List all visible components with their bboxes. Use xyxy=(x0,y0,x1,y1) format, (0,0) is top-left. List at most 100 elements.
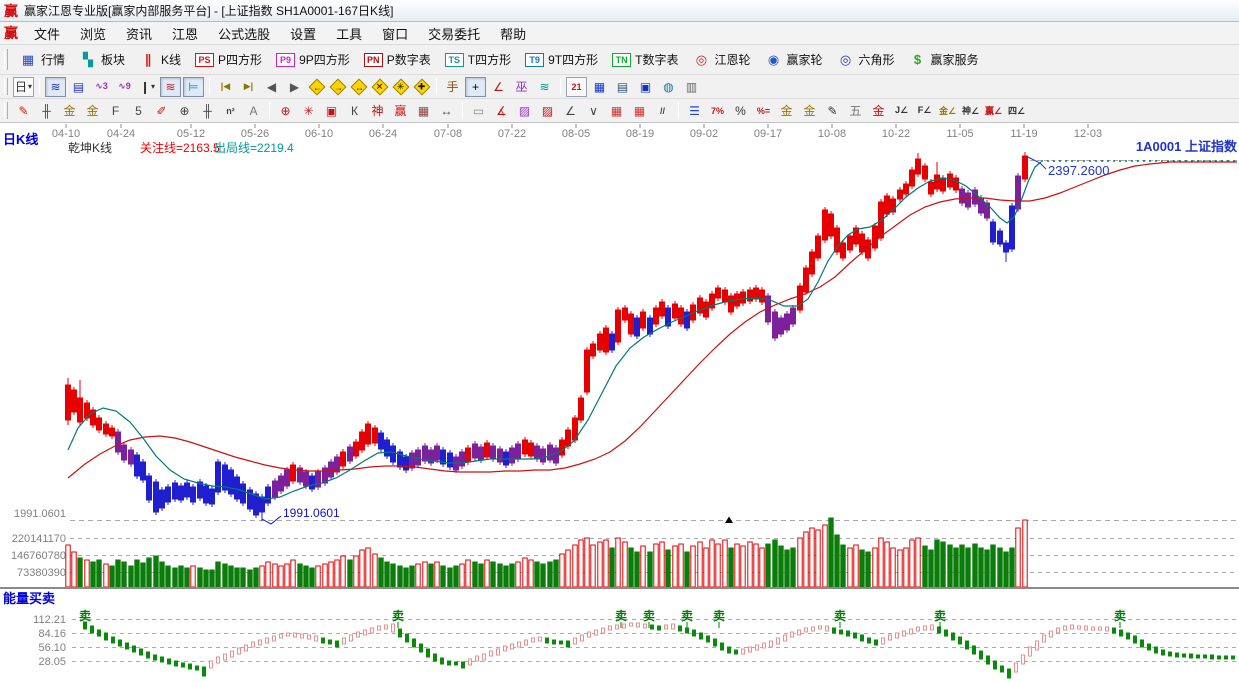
hexagon-button[interactable]: ◎六角形 xyxy=(830,49,902,70)
percent-tool[interactable]: % xyxy=(730,101,751,121)
toolbar-button-label: P数字表 xyxy=(387,51,431,68)
scribble-teal-button[interactable]: ≋ xyxy=(534,77,555,97)
f-hatch-tool[interactable]: F xyxy=(105,101,126,121)
expand-both-button[interactable]: ↔ xyxy=(350,78,367,95)
win-angle-tool[interactable]: 赢∠ xyxy=(983,101,1004,121)
save-button[interactable]: ▣ xyxy=(635,77,656,97)
prev-button[interactable]: ◀ xyxy=(261,77,282,97)
price-bars-tool[interactable]: ☰ xyxy=(684,101,705,121)
red-target-icon: ⊕ xyxy=(280,104,290,118)
pan-hand-button[interactable]: 手 xyxy=(442,77,463,97)
reset-zoom-button[interactable]: ✳ xyxy=(392,78,409,95)
expand-x-button[interactable]: → xyxy=(329,78,346,95)
percent-line-tool[interactable]: 7% xyxy=(707,101,728,121)
gann-map-button[interactable]: 巫 xyxy=(511,77,532,97)
angle-ruler-tool[interactable]: A xyxy=(243,101,264,121)
gold-hatch-tool-1[interactable]: 金 xyxy=(59,101,80,121)
four-angle-tool[interactable]: 四∠ xyxy=(1006,101,1027,121)
gold-hatch-tool-2[interactable]: 金 xyxy=(82,101,103,121)
wave3-button[interactable]: ∿3 xyxy=(91,77,112,97)
f-angle-tool[interactable]: F∠ xyxy=(914,101,935,121)
9p-square-button[interactable]: P99P四方形 xyxy=(269,49,357,70)
notes-button[interactable]: ▤ xyxy=(612,77,633,97)
cup-tool[interactable]: 五 xyxy=(845,101,866,121)
p-square-button[interactable]: PSP四方形 xyxy=(188,49,269,70)
marker-pen-tool[interactable]: ✐ xyxy=(151,101,172,121)
main-chart[interactable]: 04-1004-2405-1205-2606-1006-2407-0807-22… xyxy=(0,123,1239,682)
winner-wheel-button[interactable]: ◉赢家轮 xyxy=(757,49,829,70)
menu-4[interactable]: 江恩 xyxy=(162,22,208,45)
calendar-button[interactable]: 21 xyxy=(566,77,587,97)
box-tool[interactable]: ▭ xyxy=(468,101,489,121)
menu-10[interactable]: 帮助 xyxy=(490,22,536,45)
starburst-tool[interactable]: ✳ xyxy=(298,101,319,121)
measure-tool[interactable]: ↔ xyxy=(436,101,457,121)
calculator-button[interactable]: ▦ xyxy=(589,77,610,97)
s-hatch-tool[interactable]: 5 xyxy=(128,101,149,121)
menu-8[interactable]: 窗口 xyxy=(372,22,418,45)
winner-service-button[interactable]: $赢家服务 xyxy=(902,49,986,70)
k-marker-tool[interactable]: К xyxy=(344,101,365,121)
gann-scribble-red-button[interactable]: ≋ xyxy=(160,77,181,97)
workstation-button[interactable]: ▥ xyxy=(681,77,702,97)
compress-button[interactable]: ✕ xyxy=(371,78,388,95)
last-page-button[interactable]: ▶| xyxy=(238,77,259,97)
shrink-x-button[interactable]: ← xyxy=(308,78,325,95)
red-target-tool[interactable]: ⊕ xyxy=(275,101,296,121)
t-square-button[interactable]: TST四方形 xyxy=(438,49,518,70)
quotes-button[interactable]: ▦行情 xyxy=(12,49,72,70)
win-grid-tool[interactable]: 赢 xyxy=(390,101,411,121)
candle-style-button[interactable]: ❙▾ xyxy=(137,77,158,97)
draw-pen-tool[interactable]: ✎ xyxy=(13,101,34,121)
menu-1[interactable]: 文件 xyxy=(24,22,70,45)
9t-square-button[interactable]: T99T四方形 xyxy=(518,49,605,70)
numbered-grid-tool[interactable]: ▦ xyxy=(413,101,434,121)
gann-fan-tool[interactable]: ∡ xyxy=(491,101,512,121)
p-digit-button[interactable]: PNP数字表 xyxy=(357,49,438,70)
hatch-grid-tool[interactable]: ╫ xyxy=(36,101,57,121)
parallel-lines-tool[interactable]: // xyxy=(652,101,673,121)
shen-angle-tool[interactable]: 神∠ xyxy=(960,101,981,121)
first-page-button[interactable]: |◀ xyxy=(215,77,236,97)
j-angle-tool[interactable]: J∠ xyxy=(891,101,912,121)
gold-circle-tool[interactable]: 金 xyxy=(776,101,797,121)
fan-box-red-icon: ▨ xyxy=(542,104,553,118)
angle-pen-tool[interactable]: ∠ xyxy=(560,101,581,121)
fan-box-red-tool[interactable]: ▨ xyxy=(537,101,558,121)
menu-5[interactable]: 公式选股 xyxy=(208,22,280,45)
angle-compass-button[interactable]: ∠ xyxy=(488,77,509,97)
t-digit-button[interactable]: TNT数字表 xyxy=(605,49,685,70)
grid-target-tool[interactable]: ▣ xyxy=(321,101,342,121)
volume-profile-button[interactable]: ⊨ xyxy=(183,77,204,97)
gold-angle-tool[interactable]: 金∠ xyxy=(937,101,958,121)
zigzag-tool[interactable]: ∨ xyxy=(583,101,604,121)
crosshair-button[interactable]: + xyxy=(465,77,486,97)
hatch-grid-tool-2[interactable]: ╫ xyxy=(197,101,218,121)
n-square-tool[interactable]: n² xyxy=(220,101,241,121)
percent-lines-tool[interactable]: %= xyxy=(753,101,774,121)
fan-box-purple-tool[interactable]: ▨ xyxy=(514,101,535,121)
red-grid-tool-1[interactable]: ▦ xyxy=(606,101,627,121)
period-day-button[interactable]: 日▾ xyxy=(13,77,34,97)
menu-3[interactable]: 资讯 xyxy=(116,22,162,45)
gann-wheel-button[interactable]: ◎江恩轮 xyxy=(685,49,757,70)
kline-button[interactable]: ∥K线 xyxy=(132,49,188,70)
next-button[interactable]: ▶ xyxy=(284,77,305,97)
shen-grid-tool[interactable]: 神 xyxy=(367,101,388,121)
info-list-button[interactable]: ▤ xyxy=(68,77,89,97)
gold-lines-tool[interactable]: 金 xyxy=(799,101,820,121)
sectors-button[interactable]: ▚板块 xyxy=(72,49,132,70)
menu-7[interactable]: 工具 xyxy=(326,22,372,45)
attention-line-label: 关注线=2163.5 xyxy=(140,140,220,155)
fit-all-button[interactable]: ✚ xyxy=(413,78,430,95)
menu-2[interactable]: 浏览 xyxy=(70,22,116,45)
circle-grid-tool[interactable]: ⊕ xyxy=(174,101,195,121)
menu-9[interactable]: 交易委托 xyxy=(418,22,490,45)
red-grid-tool-2[interactable]: ▦ xyxy=(629,101,650,121)
gann-scribble-blue-button[interactable]: ≋ xyxy=(45,77,66,97)
save-web-button[interactable]: ◍ xyxy=(658,77,679,97)
gold-underline-tool[interactable]: 金 xyxy=(868,101,889,121)
menu-6[interactable]: 设置 xyxy=(280,22,326,45)
pen-number-tool[interactable]: ✎ xyxy=(822,101,843,121)
wave9-button[interactable]: ∿9 xyxy=(114,77,135,97)
